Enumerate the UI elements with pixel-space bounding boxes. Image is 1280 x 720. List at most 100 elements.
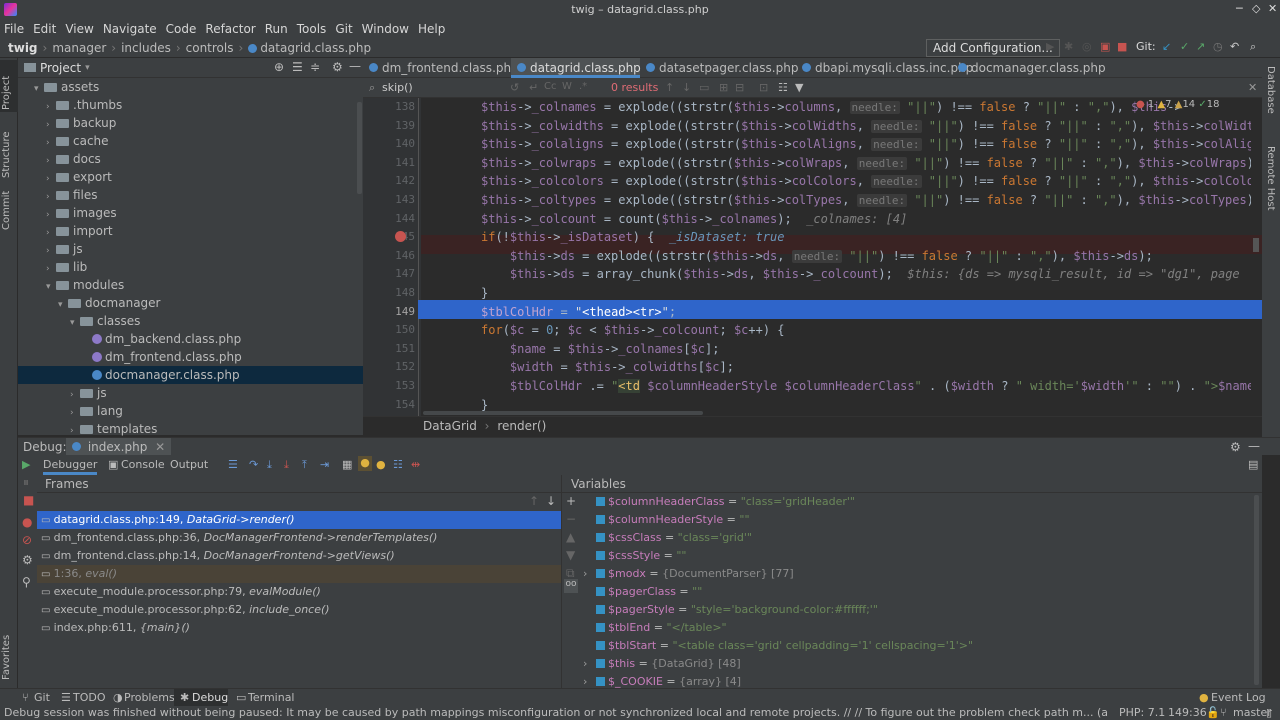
menu-git[interactable]: Git: [335, 22, 352, 36]
whole-word-icon[interactable]: W: [562, 81, 572, 92]
inspection-widget[interactable]: ● 1 ▲7 ▲14 ✓18: [1136, 99, 1219, 110]
variable-row[interactable]: › $modx = {DocumentParser} [77]: [583, 565, 794, 583]
tree-item-import[interactable]: › import: [18, 222, 363, 240]
project-scrollbar[interactable]: [357, 102, 362, 194]
expand-all-icon[interactable]: ☰: [292, 60, 303, 74]
menu-run[interactable]: Run: [265, 22, 288, 36]
gear-icon[interactable]: ⚙: [1230, 440, 1241, 454]
chevron-right-icon[interactable]: ›: [583, 565, 596, 583]
chevron-down-icon[interactable]: ▾: [85, 63, 90, 73]
debug-run-icon[interactable]: ✱: [1064, 40, 1073, 53]
variable-row[interactable]: $tblEnd = "</table>": [583, 619, 727, 637]
view-breakpoints-icon[interactable]: ●: [376, 458, 386, 471]
variable-row[interactable]: $cssClass = "class='grid'": [583, 529, 752, 547]
tree-item-export[interactable]: › export: [18, 168, 363, 186]
project-tool-button[interactable]: Project: [1, 76, 12, 110]
breadcrumb-includes[interactable]: includes: [121, 41, 171, 55]
run-to-cursor-icon[interactable]: ⇥: [320, 458, 329, 471]
tree-item-assets[interactable]: ▾ assets: [18, 78, 363, 96]
remote-host-tool-button[interactable]: Remote Host: [1265, 146, 1276, 211]
editor-scrollbar[interactable]: [1253, 238, 1259, 252]
tab-dbapi-mysqli-class-inc-php[interactable]: dbapi.mysqli.class.inc.php: [796, 58, 973, 78]
code-line[interactable]: $width = $this->_colwidths[$c];: [481, 358, 1251, 377]
frame-row[interactable]: ▭ dm_frontend.class.php:36, DocManagerFr…: [37, 529, 561, 547]
resume-icon[interactable]: ▶: [22, 458, 30, 471]
tree-item-dm-frontend-class-php[interactable]: dm_frontend.class.php: [18, 348, 363, 366]
caret-position[interactable]: 149:36: [1168, 706, 1207, 720]
tree-item--thumbs[interactable]: › .thumbs: [18, 96, 363, 114]
tree-item-docmanager[interactable]: ▾ docmanager: [18, 294, 363, 312]
tab-output[interactable]: Output: [170, 455, 208, 475]
move-up-icon[interactable]: ▲: [566, 530, 575, 544]
lock-icon[interactable]: 🔓: [1206, 706, 1220, 720]
code-line[interactable]: $this->ds = array_chunk($this->ds, $this…: [481, 265, 1251, 284]
tab-docmanager-class-php[interactable]: docmanager.class.php: [952, 58, 1106, 78]
event-log-button[interactable]: Event Log: [1211, 691, 1266, 704]
evaluate-icon[interactable]: ▦: [342, 458, 352, 471]
force-step-into-icon[interactable]: ⤓: [284, 458, 289, 472]
rerun-icon[interactable]: ▣: [1100, 40, 1110, 53]
move-down-icon[interactable]: ▼: [566, 548, 575, 562]
run-icon[interactable]: ▶: [1046, 40, 1054, 53]
select-all-occurrences-icon[interactable]: ⊡: [759, 81, 768, 94]
code-line[interactable]: $name = $this->_colnames[$c];: [481, 340, 1251, 359]
settings-list-icon[interactable]: ☷: [393, 458, 403, 471]
code-line[interactable]: $tblColHdr = "<thead><tr>";: [481, 303, 1251, 322]
menu-file[interactable]: File: [4, 22, 24, 36]
find-clear-icon[interactable]: ↺: [510, 81, 519, 94]
menu-refactor[interactable]: Refactor: [205, 22, 255, 36]
search-everywhere-icon[interactable]: ⌕: [1250, 40, 1256, 54]
tree-item-templates[interactable]: › templates: [18, 420, 363, 438]
add-occurrence-icon[interactable]: ⊞: [719, 81, 728, 94]
frame-row[interactable]: ▭ datagrid.class.php:149, DataGrid->rend…: [37, 511, 561, 529]
view-breakpoints-side-icon[interactable]: ●: [22, 515, 32, 529]
project-panel-title[interactable]: Project: [40, 61, 81, 75]
tree-item-classes[interactable]: ▾ classes: [18, 312, 363, 330]
maximize-icon[interactable]: ◇: [1252, 2, 1260, 15]
find-history-icon[interactable]: ↵: [529, 81, 538, 94]
tree-item-images[interactable]: › images: [18, 204, 363, 222]
code-line[interactable]: $this->_colcount = count($this->_colname…: [481, 210, 1251, 229]
breadcrumb-project[interactable]: twig: [8, 41, 38, 55]
tab-debugger[interactable]: Debugger: [43, 455, 98, 475]
tree-item-docs[interactable]: › docs: [18, 150, 363, 168]
regex-icon[interactable]: .*: [579, 81, 587, 92]
tree-item-files[interactable]: › files: [18, 186, 363, 204]
show-execution-point-icon[interactable]: ☰: [228, 458, 238, 471]
find-input[interactable]: skip(): [382, 81, 413, 94]
frame-row[interactable]: ▭ execute_module.processor.php:62, inclu…: [37, 601, 561, 619]
tree-item-lang[interactable]: › lang: [18, 402, 363, 420]
new-watch-icon[interactable]: +: [566, 494, 576, 508]
code-line[interactable]: $this->_colwidths = explode((strstr($thi…: [481, 117, 1251, 136]
variable-row[interactable]: $columnHeaderStyle = "": [583, 511, 750, 529]
code-line[interactable]: $this->_colcolors = explode((strstr($thi…: [481, 172, 1251, 191]
minimize-icon[interactable]: ─: [1236, 2, 1243, 15]
frame-row[interactable]: ▭ execute_module.processor.php:79, evalM…: [37, 583, 561, 601]
frame-row[interactable]: ▭ dm_frontend.class.php:14, DocManagerFr…: [37, 547, 561, 565]
gear-icon[interactable]: ⚙: [332, 60, 343, 74]
code-line[interactable]: if(!$this->_isDataset) { _isDataset: tru…: [481, 228, 1251, 247]
debug-session-tab[interactable]: index.php ✕: [66, 438, 172, 456]
match-case-icon[interactable]: Cc: [544, 81, 556, 92]
collapse-all-icon[interactable]: ≑: [310, 60, 320, 74]
tree-item-lib[interactable]: › lib: [18, 258, 363, 276]
hide-panel-icon[interactable]: —: [349, 59, 361, 73]
next-occurrence-icon[interactable]: ↓: [682, 81, 691, 94]
mute-breakpoints-icon[interactable]: ●: [358, 456, 372, 471]
breadcrumb-controls[interactable]: controls: [186, 41, 234, 55]
memory-indicator-icon[interactable]: ▯: [1266, 706, 1272, 720]
add-configuration-button[interactable]: Add Configuration...: [926, 39, 1060, 57]
bottom-tab-git[interactable]: Git: [34, 691, 50, 704]
favorites-tool-button[interactable]: Favorites: [1, 635, 12, 680]
tree-item-cache[interactable]: › cache: [18, 132, 363, 150]
previous-frame-icon[interactable]: ↑: [529, 494, 539, 508]
locate-icon[interactable]: ⊕: [274, 60, 284, 74]
tab-datagrid-class-php[interactable]: datagrid.class.php: [511, 58, 641, 78]
menu-edit[interactable]: Edit: [33, 22, 56, 36]
variable-row[interactable]: $tblStart = "<table class='grid' cellpad…: [583, 637, 973, 655]
show-filter-popup-icon[interactable]: ☷: [778, 81, 788, 94]
code-line[interactable]: }: [481, 284, 1251, 303]
filter-icon[interactable]: ▼: [795, 81, 803, 94]
tree-item-js[interactable]: › js: [18, 240, 363, 258]
code-line[interactable]: $this->_colwraps = explode((strstr($this…: [481, 154, 1251, 173]
